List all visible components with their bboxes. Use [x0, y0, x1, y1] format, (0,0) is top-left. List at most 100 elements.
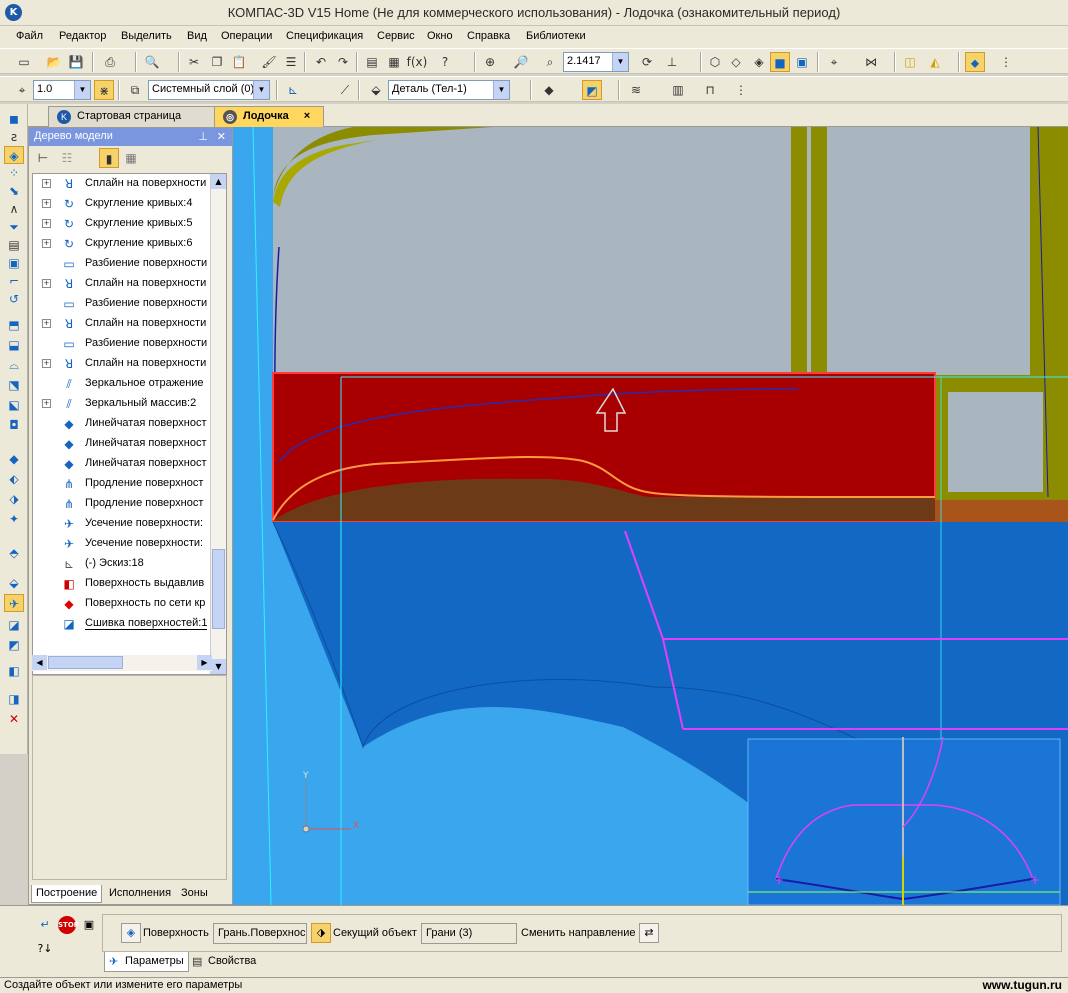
curves-icon[interactable]: ƨ	[4, 128, 24, 146]
detail-combo[interactable]: Деталь (Тел-1) ▼	[388, 80, 510, 100]
tree-item[interactable]: + ↻ Скругление кривых:4	[33, 194, 209, 214]
pin-icon[interactable]: ⊥	[198, 130, 208, 143]
trim-surface-tool-icon[interactable]: ⬗	[4, 490, 24, 508]
orientation-plane-icon[interactable]: ⟋	[335, 80, 355, 100]
tree-item[interactable]: ✈ Усечение поверхности:	[33, 514, 209, 534]
copy-icon[interactable]: ❐	[207, 52, 227, 72]
section-icon[interactable]: ◭	[925, 52, 945, 72]
patch-surface-tool-icon[interactable]: ◘	[4, 416, 24, 434]
angle-icon[interactable]: ∧	[4, 200, 24, 218]
manager-icon[interactable]: ▤	[362, 52, 382, 72]
split-surface-tool-icon[interactable]: ⬙	[4, 574, 24, 592]
step-combo[interactable]: 1.0 ▼	[33, 80, 91, 100]
tab-variants[interactable]: Исполнения	[105, 885, 175, 903]
format-brush-icon[interactable]: 🖌	[259, 52, 279, 72]
model-viewport[interactable]: + + X Y	[233, 127, 1068, 905]
tree-item[interactable]: ⋔ Продление поверхност	[33, 474, 209, 494]
report-icon[interactable]: ▤	[4, 236, 24, 254]
shaded-edges-icon[interactable]: ▣	[792, 52, 812, 72]
tab-construction[interactable]: Построение	[31, 885, 103, 903]
ruled-surface-tool-icon[interactable]: ◆	[4, 450, 24, 468]
expand-icon[interactable]: +	[42, 199, 51, 208]
tree-item[interactable]: ⫽ Зеркальное отражение	[33, 374, 209, 394]
flip-direction-icon[interactable]: ⇄	[639, 923, 659, 943]
shaded-icon[interactable]: ■	[770, 52, 790, 72]
tree-item[interactable]: ✈ Усечение поверхности:	[33, 534, 209, 554]
menu-window[interactable]: Окно	[427, 30, 453, 42]
tree-item[interactable]: ◪ Сшивка поверхностей:1	[33, 614, 209, 634]
tree-item[interactable]: ▭ Разбиение поверхности	[33, 334, 209, 354]
delete-faces-tool-icon[interactable]: ◨	[4, 690, 24, 708]
close-icon[interactable]: ×	[304, 110, 310, 122]
menu-view[interactable]: Вид	[187, 30, 207, 42]
menu-file[interactable]: Файл	[16, 30, 43, 42]
new-document-icon[interactable]: ▭	[14, 52, 34, 72]
cutter-selector-icon[interactable]: ⬗	[311, 923, 331, 943]
model-render[interactable]: + +	[233, 127, 1068, 905]
menu-help[interactable]: Справка	[467, 30, 510, 42]
create-object-icon[interactable]: ↵	[36, 916, 54, 934]
stop-icon[interactable]: STOP	[58, 916, 79, 934]
filter-icon[interactable]: ⌖	[824, 52, 844, 72]
features-icon[interactable]: ⬊	[4, 182, 24, 200]
measure-icon[interactable]: ▥	[668, 80, 688, 100]
toolbar-options-icon[interactable]: ⋮	[731, 80, 751, 100]
surface-field[interactable]: Грань.Поверхнос	[213, 923, 307, 944]
thin-lines-icon[interactable]: ◈	[749, 52, 769, 72]
chevron-down-icon[interactable]: ▼	[253, 81, 269, 99]
menu-editor[interactable]: Редактор	[59, 30, 106, 42]
local-cs-icon[interactable]: ⊾	[283, 80, 303, 100]
perspective-icon[interactable]: ◫	[900, 52, 920, 72]
expand-icon[interactable]: +	[42, 359, 51, 368]
wireframe-icon[interactable]: ⬡	[705, 52, 725, 72]
expand-icon[interactable]: +	[42, 399, 51, 408]
tab-zones[interactable]: Зоны	[177, 885, 212, 903]
layers-stack-icon[interactable]: ≋	[626, 80, 646, 100]
knit-surface-tool-icon[interactable]: ✦	[4, 510, 24, 528]
menu-libraries[interactable]: Библиотеки	[526, 30, 586, 42]
paste-icon[interactable]: 📋	[229, 52, 249, 72]
tree-item[interactable]: ◆ Поверхность по сети кр	[33, 594, 209, 614]
tree-item[interactable]: ◆ Линейчатая поверхност	[33, 454, 209, 474]
tree-item[interactable]: ◆ Линейчатая поверхност	[33, 414, 209, 434]
tree-vertical-scrollbar[interactable]: ▲ ▼	[210, 174, 226, 674]
scroll-thumb[interactable]	[212, 549, 225, 629]
layer-combo[interactable]: Системный слой (0) ▼	[148, 80, 270, 100]
array-icon[interactable]: ⁘	[4, 164, 24, 182]
properties-list-icon[interactable]: ☰	[281, 52, 301, 72]
tree-item[interactable]: + ꓤ Сплайн на поверхности	[33, 174, 209, 194]
tree-horizontal-scrollbar[interactable]: ◀ ▶	[32, 655, 212, 671]
tree-item[interactable]: + ↻ Скругление кривых:6	[33, 234, 209, 254]
snap-icon[interactable]: ⋈	[861, 52, 881, 72]
cut-surface-tool-icon[interactable]: ✈	[4, 594, 24, 612]
menu-service[interactable]: Сервис	[377, 30, 415, 42]
save-icon[interactable]: 💾	[66, 52, 86, 72]
context-help-icon[interactable]: ?	[435, 52, 455, 72]
surfaces-icon[interactable]: ◈	[4, 146, 24, 164]
print-icon[interactable]: ⎙	[100, 52, 120, 72]
tab-lodochka[interactable]: ◎ Лодочка ×	[214, 106, 324, 127]
chevron-down-icon[interactable]: ▼	[74, 81, 90, 99]
tree-item[interactable]: ◆ Линейчатая поверхност	[33, 434, 209, 454]
color-icon[interactable]: ◆	[539, 80, 559, 100]
expand-icon[interactable]: +	[42, 219, 51, 228]
cut-icon[interactable]: ✂	[184, 52, 204, 72]
chevron-down-icon[interactable]: ▼	[612, 53, 628, 71]
layers-icon[interactable]: ▦	[384, 52, 404, 72]
detail-icon[interactable]: ⬙	[366, 80, 386, 100]
spec-icon[interactable]: ▣	[4, 254, 24, 272]
chevron-down-icon[interactable]: ▼	[211, 659, 226, 674]
tab-properties[interactable]: ▤ Свойства	[188, 952, 260, 972]
filter-funnel-icon[interactable]: ⏷	[4, 218, 24, 236]
tree-item[interactable]: ◧ Поверхность выдавлив	[33, 574, 209, 594]
auto-create-icon[interactable]: ▣	[80, 916, 98, 934]
scroll-thumb[interactable]	[48, 656, 123, 669]
tree-item[interactable]: + ↻ Скругление кривых:5	[33, 214, 209, 234]
expand-icon[interactable]: +	[42, 239, 51, 248]
surface-mode-icon[interactable]: ◩	[582, 80, 602, 100]
offset-surface-tool-icon[interactable]: ⬕	[4, 396, 24, 414]
cutter-field[interactable]: Грани (3)	[421, 923, 517, 944]
rotate-icon[interactable]: ⟳	[637, 52, 657, 72]
sheet-icon[interactable]: ↺	[4, 290, 24, 308]
tree-item[interactable]: ▭ Разбиение поверхности	[33, 254, 209, 274]
